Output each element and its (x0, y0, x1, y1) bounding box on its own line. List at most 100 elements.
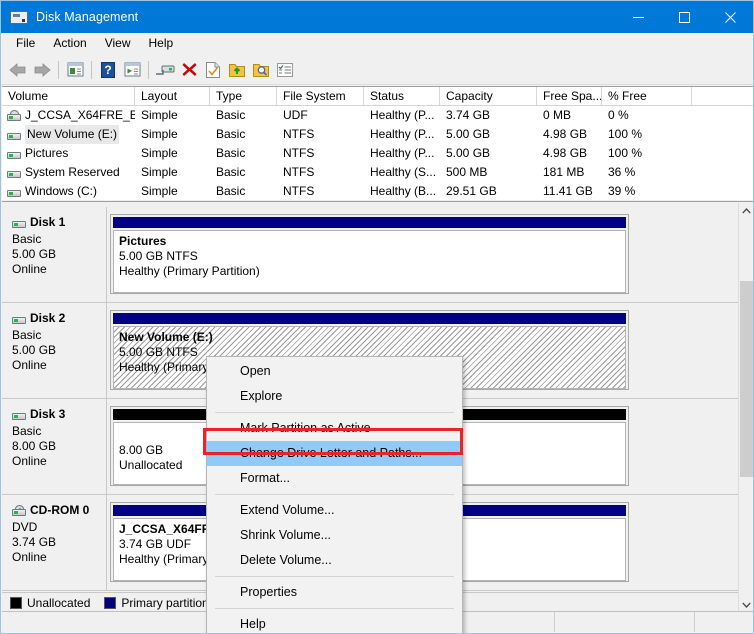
svg-text:?: ? (104, 63, 111, 77)
scroll-up-icon[interactable] (739, 203, 754, 219)
column-header-percent-free[interactable]: % Free (602, 87, 692, 105)
disk-info-disk-3[interactable]: Disk 3 Basic 8.00 GB Online (2, 399, 107, 494)
disk-title: Disk 2 (12, 311, 106, 325)
disk-title: Disk 3 (12, 407, 106, 421)
maximize-button[interactable] (661, 1, 707, 33)
search-icon[interactable] (249, 58, 273, 82)
column-header-status[interactable]: Status (364, 87, 440, 105)
free-space-cell: 11.41 GB (537, 182, 602, 200)
status-cell: Healthy (P... (364, 125, 440, 144)
type-cell: Basic (210, 144, 277, 163)
primary-partition-swatch (104, 597, 116, 609)
disk-status: Online (12, 358, 106, 373)
back-arrow-icon[interactable] (6, 58, 30, 82)
partition-name: Pictures (119, 234, 625, 249)
column-header-file-system[interactable]: File System (277, 87, 364, 105)
legend-item-unallocated: Unallocated (10, 596, 90, 610)
column-header-type[interactable]: Type (210, 87, 277, 105)
status-cell: Healthy (P... (364, 106, 440, 125)
column-header-free-space[interactable]: Free Spa... (537, 87, 602, 105)
context-menu-item-shrink-volume[interactable]: Shrink Volume... (207, 523, 462, 548)
column-header-blank[interactable] (692, 87, 754, 105)
volume-cell: System Reserved (2, 163, 135, 182)
partition-band (113, 313, 626, 324)
disk-info-cdrom-0[interactable]: CD-ROM 0 DVD 3.74 GB Online (2, 495, 107, 590)
context-menu-item-open[interactable]: Open (207, 359, 462, 384)
toolbar-separator (148, 61, 149, 79)
table-row[interactable]: System Reserved Simple Basic NTFS Health… (2, 163, 754, 182)
show-hide-action-pane-icon[interactable] (120, 58, 144, 82)
close-button[interactable] (707, 1, 753, 33)
file-system-cell: NTFS (277, 144, 364, 163)
menu-view[interactable]: View (96, 33, 140, 54)
disk-pane-scrollbar[interactable] (738, 203, 753, 613)
status-cell: Healthy (B... (364, 182, 440, 200)
status-cell: Healthy (P... (364, 144, 440, 163)
context-menu-item-format[interactable]: Format... (207, 466, 462, 491)
capacity-cell: 29.51 GB (440, 182, 537, 200)
menu-action[interactable]: Action (44, 33, 95, 54)
unallocated-swatch (10, 597, 22, 609)
disk-name: Disk 3 (30, 407, 65, 421)
legend-item-primary-partition: Primary partition (104, 596, 208, 610)
disk-title: Disk 1 (12, 215, 106, 229)
minimize-button[interactable] (615, 1, 661, 33)
toolbar-separator (91, 61, 92, 79)
column-header-capacity[interactable]: Capacity (440, 87, 537, 105)
volume-cell: Pictures (2, 144, 135, 163)
volume-label: System Reserved (25, 163, 120, 182)
partition-body: Pictures 5.00 GB NTFS Healthy (Primary P… (113, 230, 626, 293)
toolbar: ? (1, 55, 753, 85)
drive-icon (7, 129, 21, 140)
partition-block[interactable]: Pictures 5.00 GB NTFS Healthy (Primary P… (110, 214, 629, 294)
rescan-disks-icon[interactable] (153, 58, 177, 82)
volume-cell: New Volume (E:) (2, 125, 135, 144)
table-row[interactable]: Windows (C:) Simple Basic NTFS Healthy (… (2, 182, 754, 200)
volume-cell: Windows (C:) (2, 182, 135, 200)
capacity-cell: 5.00 GB (440, 144, 537, 163)
context-menu-item-explore[interactable]: Explore (207, 384, 462, 409)
context-menu-item-properties[interactable]: Properties (207, 580, 462, 605)
disk-name: Disk 2 (30, 311, 65, 325)
free-space-cell: 0 MB (537, 106, 602, 125)
context-menu-item-mark-partition-as-active[interactable]: Mark Partition as Active (207, 416, 462, 441)
context-menu-item-help[interactable]: Help (207, 612, 462, 634)
help-icon[interactable]: ? (96, 58, 120, 82)
scrollbar-thumb[interactable] (740, 281, 753, 477)
table-row[interactable]: J_CCSA_X64FRE_E... Simple Basic UDF Heal… (2, 106, 754, 125)
table-row[interactable]: New Volume (E:) Simple Basic NTFS Health… (2, 125, 754, 144)
menu-help[interactable]: Help (140, 33, 183, 54)
export-list-icon[interactable] (225, 58, 249, 82)
context-menu-item-delete-volume[interactable]: Delete Volume... (207, 548, 462, 573)
delete-icon[interactable] (177, 58, 201, 82)
free-space-cell: 4.98 GB (537, 125, 602, 144)
disk-title: CD-ROM 0 (12, 503, 106, 517)
type-cell: Basic (210, 163, 277, 182)
disk-size: 5.00 GB (12, 247, 106, 262)
menu-file[interactable]: File (7, 33, 44, 54)
menu-bar: File Action View Help (1, 33, 753, 55)
percent-free-cell: 100 % (602, 144, 692, 163)
legend-label: Primary partition (121, 596, 208, 610)
table-row[interactable]: Pictures Simple Basic NTFS Healthy (P...… (2, 144, 754, 163)
capacity-cell: 500 MB (440, 163, 537, 182)
type-cell: Basic (210, 106, 277, 125)
disk-icon (10, 8, 28, 26)
status-cell-tertiary (695, 612, 754, 632)
disk-row-disk-1[interactable]: Disk 1 Basic 5.00 GB Online Pictures 5.0… (2, 207, 738, 303)
layout-cell: Simple (135, 182, 210, 200)
free-space-cell: 181 MB (537, 163, 602, 182)
toolbar-separator (58, 61, 59, 79)
context-menu-item-change-drive-letter-and-paths[interactable]: Change Drive Letter and Paths... (207, 441, 462, 466)
forward-arrow-icon[interactable] (30, 58, 54, 82)
disk-info-disk-2[interactable]: Disk 2 Basic 5.00 GB Online (2, 303, 107, 398)
properties-check-icon[interactable] (201, 58, 225, 82)
detail-list-icon[interactable] (273, 58, 297, 82)
free-space-cell: 4.98 GB (537, 144, 602, 163)
column-header-volume[interactable]: Volume (2, 87, 135, 105)
show-hide-console-tree-icon[interactable] (63, 58, 87, 82)
context-menu-item-extend-volume[interactable]: Extend Volume... (207, 498, 462, 523)
column-header-layout[interactable]: Layout (135, 87, 210, 105)
disk-name: CD-ROM 0 (30, 503, 89, 517)
disk-info-disk-1[interactable]: Disk 1 Basic 5.00 GB Online (2, 207, 107, 302)
